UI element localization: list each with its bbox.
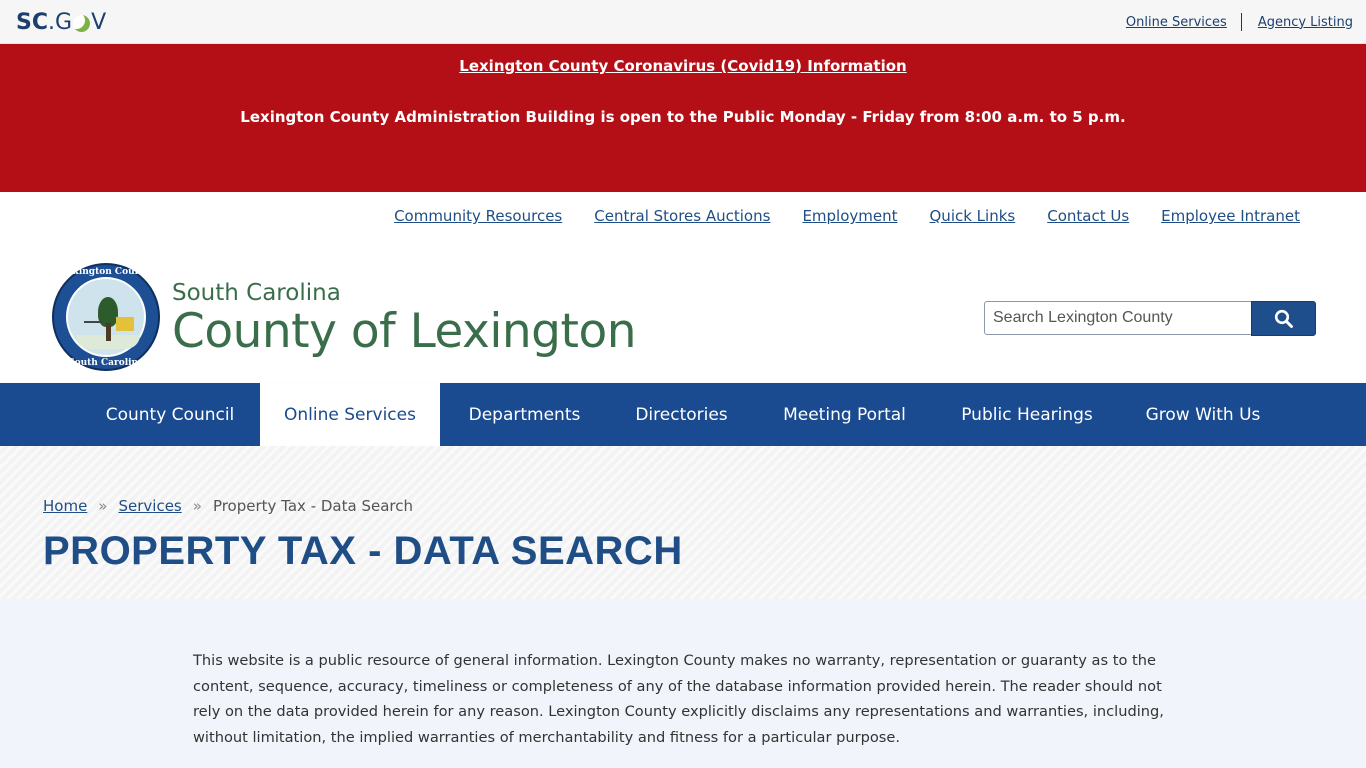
util-link-contact-us[interactable]: Contact Us — [1047, 207, 1129, 225]
covid-info-link[interactable]: Lexington County Coronavirus (Covid19) I… — [0, 57, 1366, 75]
scgov-logo-g: G — [55, 9, 73, 35]
site-state-name: South Carolina — [172, 280, 341, 306]
breadcrumb-separator: » — [98, 497, 108, 515]
nav-meeting-portal[interactable]: Meeting Portal — [754, 383, 935, 446]
covid-alert-banner: Lexington County Coronavirus (Covid19) I… — [0, 44, 1366, 192]
site-county-name[interactable]: County of Lexington — [172, 304, 637, 359]
nav-county-council[interactable]: County Council — [80, 383, 260, 446]
main-nav: County Council Online Services Departmen… — [0, 383, 1366, 446]
nav-directories[interactable]: Directories — [609, 383, 754, 446]
page-title: PROPERTY TAX - DATA SEARCH — [43, 529, 683, 573]
scgov-logo-sc: SC — [16, 9, 48, 35]
online-services-link[interactable]: Online Services — [1126, 15, 1227, 30]
breadcrumb-home[interactable]: Home — [43, 497, 87, 515]
util-link-employee-intranet[interactable]: Employee Intranet — [1161, 207, 1300, 225]
county-seal-logo[interactable]: Lexington County South Carolina — [52, 263, 160, 371]
nav-departments[interactable]: Departments — [440, 383, 609, 446]
house-icon — [116, 317, 134, 331]
link-divider — [1240, 13, 1242, 31]
util-link-community-resources[interactable]: Community Resources — [394, 207, 562, 225]
breadcrumb: Home » Services » Property Tax - Data Se… — [43, 497, 413, 515]
alert-message: Lexington County Administration Building… — [240, 108, 1126, 126]
scgov-logo[interactable]: SC . G V — [16, 9, 106, 35]
scgov-top-bar: SC . G V Online Services Agency Listing — [0, 0, 1366, 44]
util-link-central-stores-auctions[interactable]: Central Stores Auctions — [594, 207, 770, 225]
breadcrumb-services[interactable]: Services — [118, 497, 181, 515]
utility-nav: Community Resources Central Stores Aucti… — [394, 207, 1300, 225]
page-header-band — [0, 446, 1366, 599]
search-button[interactable] — [1251, 301, 1316, 336]
nav-online-services[interactable]: Online Services — [260, 383, 440, 446]
util-link-quick-links[interactable]: Quick Links — [930, 207, 1016, 225]
seal-bottom-text: South Carolina — [68, 358, 144, 368]
agency-listing-link[interactable]: Agency Listing — [1258, 15, 1353, 30]
nav-grow-with-us[interactable]: Grow With Us — [1119, 383, 1287, 446]
tree-trunk — [106, 323, 111, 341]
breadcrumb-current: Property Tax - Data Search — [212, 497, 413, 515]
search-icon — [1274, 309, 1293, 328]
scales-icon — [84, 321, 102, 331]
nav-public-hearings[interactable]: Public Hearings — [935, 383, 1119, 446]
scgov-logo-v: V — [91, 9, 107, 35]
crescent-moon-icon — [73, 14, 91, 32]
util-link-employment[interactable]: Employment — [802, 207, 897, 225]
scgov-links: Online Services Agency Listing — [1126, 13, 1353, 31]
disclaimer-text: This website is a public resource of gen… — [193, 652, 1164, 747]
breadcrumb-separator: » — [192, 497, 202, 515]
seal-top-text: Lexington County — [61, 267, 151, 277]
seal-inner-ring — [66, 277, 146, 357]
scgov-logo-dot: . — [48, 9, 55, 35]
site-search-input[interactable] — [984, 301, 1252, 335]
